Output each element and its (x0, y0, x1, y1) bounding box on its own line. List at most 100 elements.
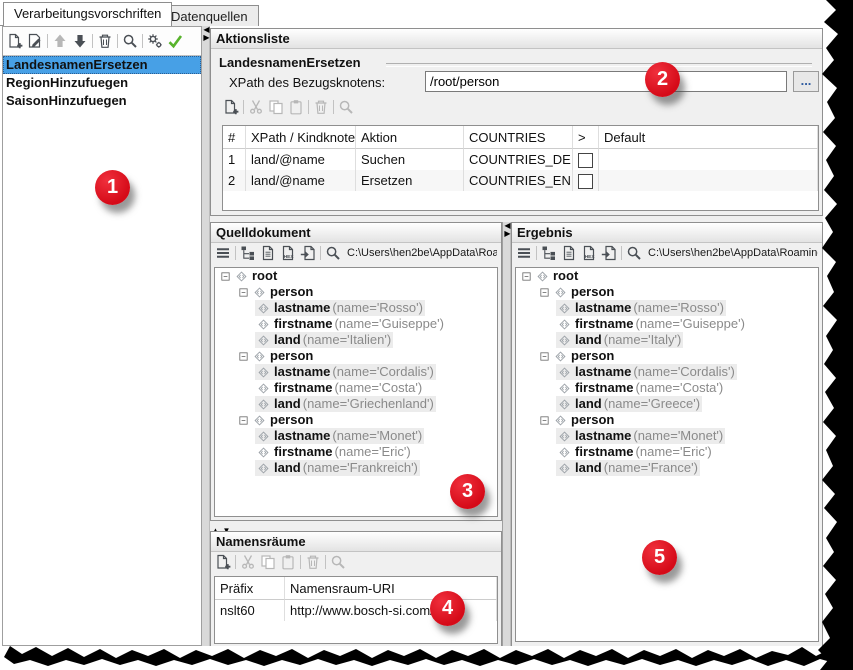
action-table-row[interactable]: 2land/@nameErsetzenCOUNTRIES_EN (223, 170, 818, 191)
document-icon[interactable] (260, 245, 276, 261)
menu-icon[interactable] (215, 245, 231, 261)
group-title: LandesnamenErsetzen (219, 55, 367, 70)
xpath-input[interactable] (425, 71, 787, 92)
tree-node[interactable]: land(name='Greece') (516, 396, 818, 412)
tree-node-line: land(name='Frankreich') (255, 460, 420, 476)
new-document-icon[interactable] (223, 99, 239, 115)
rule-list-item[interactable]: RegionHinzufuegen (3, 74, 201, 92)
xml-element-icon (558, 318, 571, 331)
tree-node[interactable]: person (516, 412, 818, 428)
source-toolbar: C:\Users\hen2be\AppData\Roaming\inu (211, 243, 501, 263)
tree-node[interactable]: person (215, 348, 497, 364)
tab-datenquellen[interactable]: Datenquellen (160, 5, 259, 26)
element-name: lastname (575, 364, 631, 380)
element-name: lastname (274, 428, 330, 444)
new-document-icon[interactable] (215, 554, 231, 570)
tree-node[interactable]: person (215, 412, 497, 428)
search-icon[interactable] (626, 245, 642, 261)
move-down-icon[interactable] (72, 33, 88, 49)
element-name: land (274, 332, 301, 348)
delete-icon[interactable] (97, 33, 113, 49)
collapse-toggle-icon[interactable] (221, 272, 230, 281)
tree-node-line: land(name='Italy') (556, 332, 683, 348)
tree-node[interactable]: lastname(name='Monet') (215, 428, 497, 444)
tab-verarbeitungsvorschriften[interactable]: Verarbeitungsvorschriften (3, 2, 172, 26)
toolbar-separator (308, 100, 309, 114)
vertical-splitter-middle[interactable]: ◀ ▶ (502, 222, 511, 646)
result-toolbar: C:\Users\hen2be\AppData\Roaming\inubit (512, 243, 822, 263)
tree-structure-icon[interactable] (240, 245, 256, 261)
tree-node[interactable]: firstname(name='Eric') (215, 444, 497, 460)
tree-node[interactable]: land(name='Frankreich') (215, 460, 497, 476)
collapse-toggle-icon[interactable] (540, 416, 549, 425)
collapse-toggle-icon[interactable] (540, 288, 549, 297)
search-icon (330, 554, 346, 570)
tree-node[interactable]: land(name='Italien') (215, 332, 497, 348)
search-icon[interactable] (325, 245, 341, 261)
toolbar-separator (333, 100, 334, 114)
tree-node[interactable]: person (215, 284, 497, 300)
element-attribute: (name='Cordalis') (332, 364, 433, 380)
rule-list-item[interactable]: SaisonHinzufuegen (3, 92, 201, 110)
element-name: lastname (575, 300, 631, 316)
tree-node[interactable]: land(name='Griechenland') (215, 396, 497, 412)
new-document-icon[interactable] (7, 33, 23, 49)
settings-icon[interactable] (147, 33, 163, 49)
collapse-toggle-icon[interactable] (540, 352, 549, 361)
document-hex-icon[interactable] (280, 245, 296, 261)
namespaces-panel: Namensräume PräfixNamensraum-URI nslt60h… (210, 531, 502, 646)
collapse-toggle-icon[interactable] (522, 272, 531, 281)
document-hex-icon[interactable] (581, 245, 597, 261)
tree-node[interactable]: lastname(name='Monet') (516, 428, 818, 444)
element-name: land (575, 396, 602, 412)
document-icon[interactable] (561, 245, 577, 261)
collapse-toggle-icon[interactable] (239, 288, 248, 297)
xml-element-icon (257, 398, 270, 411)
tree-node[interactable]: root (516, 268, 818, 284)
document-import-icon[interactable] (300, 245, 316, 261)
tree-node[interactable]: firstname(name='Eric') (516, 444, 818, 460)
xml-element-icon (253, 414, 266, 427)
column-header: Default (599, 126, 818, 149)
edit-document-icon[interactable] (27, 33, 43, 49)
tree-node[interactable]: root (215, 268, 497, 284)
tree-node-line: land(name='Griechenland') (255, 396, 436, 412)
row-checkbox[interactable] (578, 174, 593, 189)
tree-node[interactable]: lastname(name='Cordalis') (215, 364, 497, 380)
action-table-row[interactable]: 1land/@nameSuchenCOUNTRIES_DE (223, 149, 818, 170)
actions-panel-title: Aktionsliste (211, 29, 822, 49)
tree-node[interactable]: person (516, 284, 818, 300)
confirm-icon[interactable] (167, 33, 183, 49)
horizontal-splitter-bottom[interactable]: ▲▼ (210, 521, 502, 531)
actions-toolbar (219, 97, 358, 117)
vertical-splitter-left[interactable]: ◀ ▶ (201, 26, 210, 646)
tree-node[interactable]: person (516, 348, 818, 364)
tree-node[interactable]: firstname(name='Costa') (516, 380, 818, 396)
tree-node[interactable]: lastname(name='Cordalis') (516, 364, 818, 380)
tree-node[interactable]: lastname(name='Rosso') (516, 300, 818, 316)
column-header: Präfix (215, 577, 285, 600)
document-import-icon[interactable] (601, 245, 617, 261)
menu-icon[interactable] (516, 245, 532, 261)
browse-button[interactable]: ... (793, 71, 819, 92)
search-icon[interactable] (122, 33, 138, 49)
xml-element-icon (554, 286, 567, 299)
tree-structure-icon[interactable] (541, 245, 557, 261)
element-name: lastname (575, 428, 631, 444)
rule-list-item[interactable]: LandesnamenErsetzen (3, 56, 201, 74)
tree-node-line: land(name='France') (556, 460, 700, 476)
collapse-toggle-icon[interactable] (239, 352, 248, 361)
tree-node[interactable]: land(name='Italy') (516, 332, 818, 348)
element-attribute: (name='Costa') (636, 380, 724, 396)
tree-node[interactable]: firstname(name='Guiseppe') (516, 316, 818, 332)
toolbar-separator (235, 555, 236, 569)
tree-node-line: lastname(name='Monet') (556, 428, 725, 444)
row-checkbox[interactable] (578, 153, 593, 168)
tree-node[interactable]: land(name='France') (516, 460, 818, 476)
collapse-toggle-icon[interactable] (239, 416, 248, 425)
table-cell (599, 149, 818, 170)
tree-node[interactable]: lastname(name='Rosso') (215, 300, 497, 316)
xml-element-icon (257, 302, 270, 315)
tree-node[interactable]: firstname(name='Costa') (215, 380, 497, 396)
tree-node[interactable]: firstname(name='Guiseppe') (215, 316, 497, 332)
